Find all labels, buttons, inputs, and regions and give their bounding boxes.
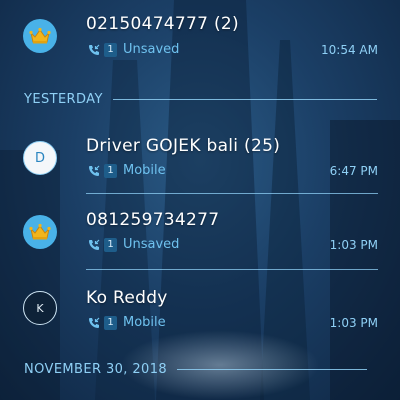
section-header-yesterday: YESTERDAY [24, 92, 377, 107]
contact-name: Ko Reddy [86, 288, 168, 308]
number-type-label: Unsaved [123, 42, 180, 57]
call-details: 1 Mobile [88, 315, 166, 330]
incoming-call-icon [89, 44, 100, 55]
call-time: 1:03 PM [329, 316, 378, 330]
call-details: 1 Unsaved [88, 237, 179, 252]
call-log-item[interactable]: K Ko Reddy 1 Mobile 1:03 PM [0, 278, 400, 338]
contact-avatar[interactable] [23, 215, 57, 249]
contact-name: 02150474777 (2) [86, 14, 239, 34]
contact-avatar[interactable] [23, 19, 57, 53]
crown-icon [29, 27, 51, 44]
row-divider [86, 193, 378, 194]
call-details: 1 Unsaved [88, 42, 179, 57]
section-header-november-30-2018: NOVEMBER 30, 2018 [24, 362, 368, 377]
sim-badge: 1 [104, 42, 117, 57]
number-type-label: Mobile [123, 163, 166, 178]
section-divider [177, 369, 368, 370]
sim-badge: 1 [104, 315, 117, 330]
number-type-label: Unsaved [123, 237, 180, 252]
call-log-list[interactable]: 02150474777 (2) 1 Unsaved 10:54 AM YESTE… [0, 0, 400, 400]
call-log-item[interactable]: 081259734277 1 Unsaved 1:03 PM [0, 202, 400, 262]
section-label: NOVEMBER 30, 2018 [24, 362, 168, 377]
call-time: 1:03 PM [329, 238, 378, 252]
section-divider [112, 99, 377, 100]
crown-icon [29, 223, 51, 240]
number-type-label: Mobile [123, 315, 166, 330]
section-label: YESTERDAY [24, 92, 103, 107]
call-time: 6:47 PM [329, 164, 378, 178]
contact-avatar[interactable]: K [23, 291, 57, 325]
call-details: 1 Mobile [88, 163, 166, 178]
contact-avatar[interactable]: D [23, 141, 57, 175]
call-log-item[interactable]: 02150474777 (2) 1 Unsaved 10:54 AM [0, 0, 400, 60]
contact-name: 081259734277 [86, 210, 220, 230]
incoming-call-icon [89, 165, 100, 176]
sim-badge: 1 [104, 237, 117, 252]
call-log-item[interactable]: D Driver GOJEK bali (25) 1 Mobile 6:47 P… [0, 128, 400, 188]
incoming-call-icon [89, 317, 100, 328]
row-divider [86, 269, 378, 270]
contact-name: Driver GOJEK bali (25) [86, 136, 281, 156]
call-time: 10:54 AM [321, 43, 378, 57]
sim-badge: 1 [104, 163, 117, 178]
incoming-call-icon [89, 239, 100, 250]
